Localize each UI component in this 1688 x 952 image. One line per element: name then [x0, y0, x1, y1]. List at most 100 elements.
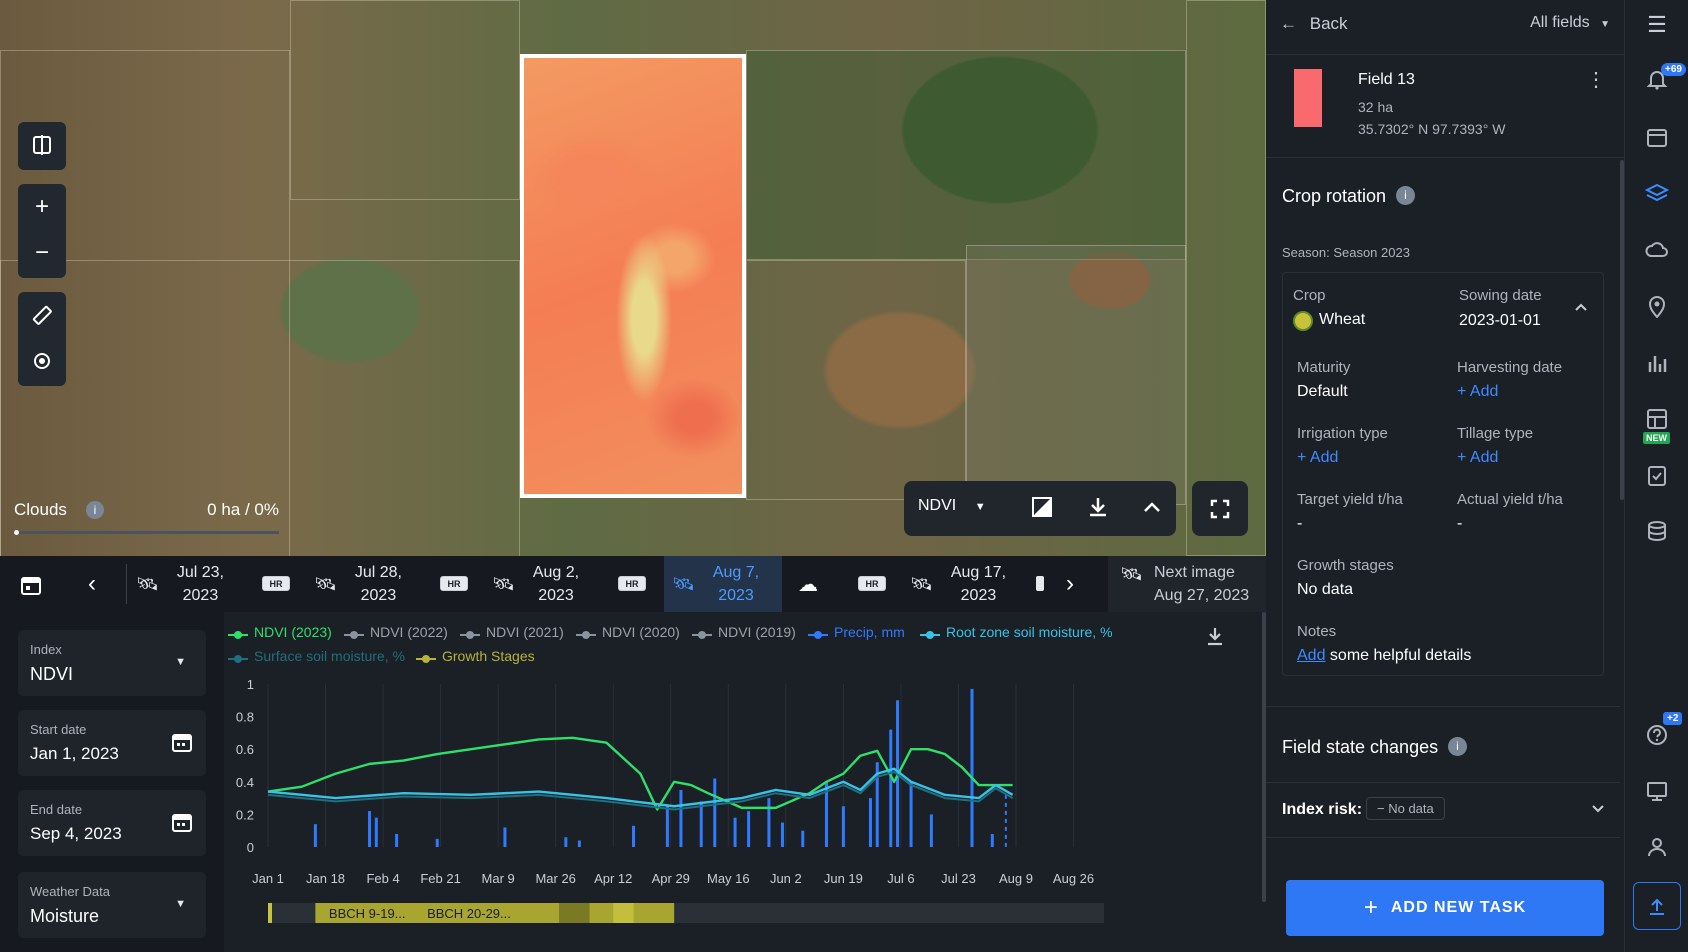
- timeline-date-item[interactable]: 🛰 Aug 17, 2023: [910, 556, 1006, 612]
- info-icon[interactable]: i: [1448, 737, 1467, 756]
- date-line1: Aug 2,: [532, 564, 580, 581]
- timeline-date-item[interactable]: 🛰 Jul 23, 2023: [136, 556, 224, 612]
- legend-item[interactable]: NDVI (2021): [460, 624, 564, 640]
- add-notes-link[interactable]: Add: [1297, 647, 1325, 664]
- legend-item[interactable]: NDVI (2019): [692, 624, 796, 640]
- weather-nav[interactable]: [1625, 240, 1688, 260]
- contrast-button[interactable]: [1030, 495, 1054, 524]
- start-date-value: Jan 1, 2023: [30, 744, 119, 763]
- upload-button[interactable]: [1633, 882, 1681, 930]
- index-risk-row[interactable]: Index risk: − No data: [1266, 782, 1620, 838]
- reports-nav[interactable]: NEW: [1625, 408, 1688, 444]
- hr-badge: HR: [618, 576, 646, 591]
- maturity-label: Maturity: [1297, 359, 1351, 376]
- satellite-icon: 🛰: [136, 573, 159, 594]
- y-tick-label: 0.4: [236, 775, 254, 790]
- info-icon[interactable]: i: [86, 501, 104, 519]
- cloud-icon: ☁: [798, 574, 818, 596]
- collapse-card-button[interactable]: [1573, 299, 1589, 320]
- x-tick-label: May 16: [707, 871, 750, 886]
- all-fields-label: All fields: [1530, 14, 1590, 31]
- clouds-slider-thumb[interactable]: [14, 530, 19, 535]
- index-select-field[interactable]: Index NDVI ▼: [18, 630, 206, 696]
- help-badge: +2: [1663, 712, 1683, 725]
- timeline-date-item-selected[interactable]: 🛰 Aug 7, 2023: [672, 556, 759, 612]
- start-date-field[interactable]: Start date Jan 1, 2023: [18, 710, 206, 776]
- account-button[interactable]: [1625, 836, 1688, 858]
- legend-item[interactable]: Root zone soil moisture, %: [920, 624, 1113, 640]
- date-line2: 2023: [718, 587, 754, 604]
- ndvi-chart[interactable]: 1 0.8 0.6 0.4 0.2 0 Jan 1 Jan 18 Feb 4 Feb 21 Mar …: [224, 672, 1266, 952]
- ruler-button[interactable]: [18, 292, 66, 338]
- add-tillage-link[interactable]: + Add: [1457, 449, 1498, 467]
- legend-item[interactable]: Precip, mm: [808, 624, 905, 640]
- x-tick-label: Jan 1: [252, 871, 284, 886]
- date-line1: Aug 7,: [712, 564, 760, 581]
- analytics-nav[interactable]: [1625, 352, 1688, 374]
- precip-bar: [435, 838, 439, 847]
- field-name: Field 13: [1358, 71, 1415, 88]
- location-nav[interactable]: [1625, 296, 1688, 318]
- tasks-nav[interactable]: [1625, 464, 1688, 486]
- growth-stage-label: BBCH 9-19...: [329, 906, 406, 921]
- compare-button[interactable]: [18, 122, 66, 170]
- index-risk-badge: − No data: [1366, 797, 1445, 820]
- precip-bar: [909, 781, 913, 847]
- fullscreen-button[interactable]: [1192, 481, 1248, 536]
- add-harvest-date-link[interactable]: + Add: [1457, 383, 1498, 401]
- help-button[interactable]: +2: [1625, 712, 1688, 746]
- zoom-in-button[interactable]: +: [18, 184, 66, 230]
- timeline-next-button[interactable]: ›: [1066, 570, 1074, 598]
- map-toolbar: NDVI ▼: [904, 481, 1176, 536]
- precip-bar: [713, 778, 717, 847]
- field-ndvi-overlay[interactable]: [520, 54, 746, 498]
- map-pin-icon: [1648, 296, 1666, 318]
- notifications-button[interactable]: +69: [1625, 63, 1688, 90]
- next-image-label: Next image: [1154, 564, 1235, 581]
- weather-data-field[interactable]: Weather Data Moisture ▼: [18, 872, 206, 938]
- timeline-date-item[interactable]: 🛰 Aug 2, 2023: [492, 556, 579, 612]
- calendar-icon[interactable]: [172, 812, 192, 832]
- timeline-date-item[interactable]: 🛰 Jul 28, 2023: [314, 556, 402, 612]
- maturity-value: Default: [1297, 383, 1348, 400]
- all-fields-dropdown[interactable]: All fields ▼: [1530, 14, 1610, 32]
- add-irrigation-link[interactable]: + Add: [1297, 449, 1338, 467]
- crop-value: Wheat: [1319, 311, 1366, 328]
- upload-icon: [1650, 898, 1664, 915]
- timeline-prev-button[interactable]: ‹: [88, 570, 96, 598]
- legend-item[interactable]: Surface soil moisture, %: [228, 648, 405, 664]
- calendar-button[interactable]: [20, 574, 42, 601]
- more-vertical-icon[interactable]: ⋮: [1586, 67, 1606, 92]
- y-tick-label: 0: [247, 840, 254, 855]
- date-line2: 2023: [182, 587, 219, 604]
- add-new-task-button[interactable]: + ADD NEW TASK: [1286, 880, 1604, 936]
- layers-icon: [1645, 183, 1669, 202]
- legend-item[interactable]: Growth Stages: [416, 648, 535, 664]
- data-nav[interactable]: [1625, 520, 1688, 542]
- collapse-button[interactable]: [1140, 495, 1164, 524]
- info-icon[interactable]: i: [1396, 186, 1415, 205]
- layers-nav[interactable]: [1625, 182, 1688, 204]
- precip-bar: [929, 814, 933, 847]
- expand-button[interactable]: [1590, 801, 1606, 822]
- back-button[interactable]: ← Back: [1280, 14, 1348, 34]
- zoom-out-button[interactable]: −: [18, 230, 66, 276]
- legend-item[interactable]: NDVI (2022): [344, 624, 448, 640]
- navigation-rail: ☰ +69 NEW +2: [1624, 0, 1688, 952]
- calendar-nav[interactable]: [1625, 126, 1688, 148]
- download-button[interactable]: [1086, 495, 1110, 524]
- presentation-button[interactable]: [1625, 780, 1688, 802]
- satellite-map[interactable]: + − Clouds i 0 ha / 0% NDVI ▼: [0, 0, 1266, 556]
- index-select[interactable]: NDVI ▼: [918, 497, 986, 515]
- chart-download-button[interactable]: [1206, 626, 1224, 651]
- clouds-slider[interactable]: [14, 530, 279, 535]
- x-tick-label: Jul 23: [941, 871, 976, 886]
- legend-item[interactable]: NDVI (2023): [228, 624, 332, 640]
- end-date-field[interactable]: End date Sep 4, 2023: [18, 790, 206, 856]
- table-icon: [1647, 409, 1667, 429]
- menu-icon[interactable]: ☰: [1625, 12, 1688, 38]
- legend-label: NDVI (2023): [254, 624, 332, 640]
- legend-item[interactable]: NDVI (2020): [576, 624, 680, 640]
- locate-button[interactable]: [18, 338, 66, 384]
- calendar-icon[interactable]: [172, 732, 192, 752]
